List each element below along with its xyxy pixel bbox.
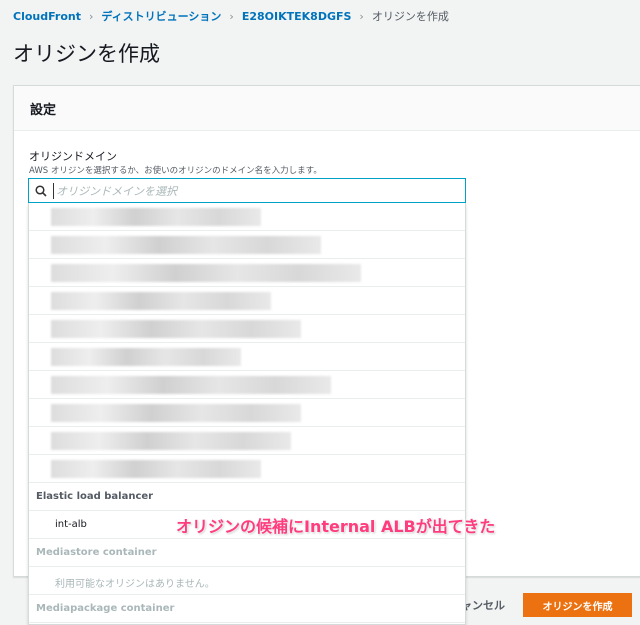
list-item[interactable] xyxy=(29,371,465,399)
page-title: オリジンを作成 xyxy=(13,42,160,66)
list-item[interactable] xyxy=(29,399,465,427)
breadcrumb-distributions[interactable]: ディストリビューション xyxy=(101,8,221,24)
list-item[interactable] xyxy=(29,455,465,483)
section-title: 設定 xyxy=(14,86,640,131)
chevron-right-icon: › xyxy=(89,9,94,23)
breadcrumb-cloudfront[interactable]: CloudFront xyxy=(13,10,81,23)
origin-dropdown[interactable]: Elastic load balancer int-alb Mediastore… xyxy=(28,203,466,625)
annotation-text: オリジンの候補にInternal ALBが出てきた xyxy=(176,517,496,536)
list-item[interactable] xyxy=(29,287,465,315)
list-item[interactable] xyxy=(29,343,465,371)
group-mediapackage: Mediapackage container xyxy=(29,595,465,623)
mediastore-empty: 利用可能なオリジンはありません。 xyxy=(29,567,465,595)
list-item[interactable] xyxy=(29,427,465,455)
list-item[interactable] xyxy=(29,259,465,287)
breadcrumb: CloudFront › ディストリビューション › E28OIKTEK8DGFS ›… xyxy=(13,8,449,24)
origin-domain-label: オリジンドメイン xyxy=(29,150,117,163)
chevron-right-icon: › xyxy=(229,9,234,23)
list-item[interactable] xyxy=(29,203,465,231)
origin-domain-placeholder: オリジンドメインを選択 xyxy=(53,182,177,199)
group-elastic-load-balancer: Elastic load balancer xyxy=(29,483,465,511)
origin-domain-description: AWS オリジンを選択するか、お使いのオリジンのドメイン名を入力します。 xyxy=(29,166,322,176)
chevron-right-icon: › xyxy=(359,9,364,23)
list-item[interactable] xyxy=(29,315,465,343)
create-origin-button[interactable]: オリジンを作成 xyxy=(523,593,632,617)
group-mediastore: Mediastore container xyxy=(29,539,465,567)
list-item[interactable] xyxy=(29,231,465,259)
search-icon xyxy=(35,184,47,197)
origin-domain-input[interactable]: オリジンドメインを選択 xyxy=(28,178,466,203)
breadcrumb-distribution-id[interactable]: E28OIKTEK8DGFS xyxy=(242,10,352,23)
breadcrumb-current: オリジンを作成 xyxy=(371,10,449,23)
